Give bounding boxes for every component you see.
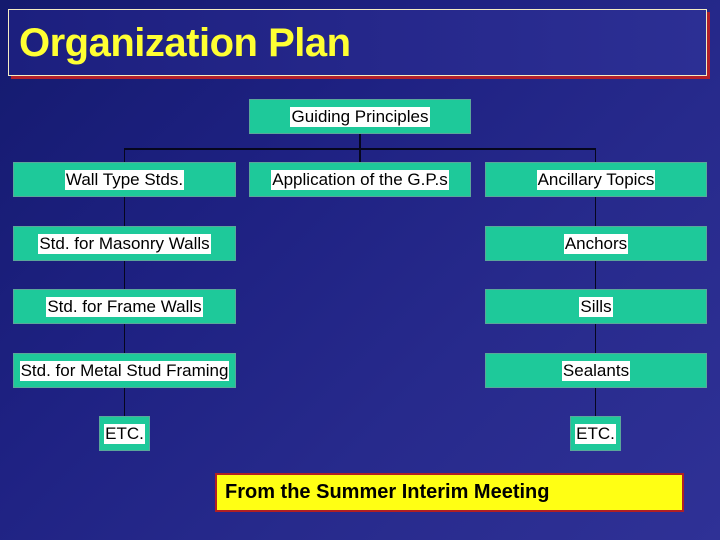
org-node-wall-type-stds: Wall Type Stds. — [13, 162, 236, 197]
connector-horizontal-bar — [124, 148, 596, 150]
org-node-label: Anchors — [563, 233, 629, 254]
org-node-label: ETC. — [104, 423, 145, 444]
org-node-label: ETC. — [575, 423, 616, 444]
org-node-label: Sealants — [561, 360, 631, 381]
org-node-label: Std. for Masonry Walls — [38, 233, 211, 254]
org-node-root: Guiding Principles — [249, 99, 471, 134]
org-node-sills: Sills — [485, 289, 707, 324]
slide: Organization Plan Guiding Principles Wal… — [0, 0, 720, 540]
org-node-ancillary-topics: Ancillary Topics — [485, 162, 707, 197]
org-node-masonry-walls: Std. for Masonry Walls — [13, 226, 236, 261]
org-node-label: Std. for Metal Stud Framing — [19, 360, 230, 381]
caption-box: From the Summer Interim Meeting — [215, 473, 684, 512]
org-node-anchors: Anchors — [485, 226, 707, 261]
org-node-label: Std. for Frame Walls — [46, 296, 203, 317]
org-node-label: Guiding Principles — [290, 106, 430, 127]
org-node-left-etc: ETC. — [99, 416, 150, 451]
org-node-sealants: Sealants — [485, 353, 707, 388]
org-node-label: Wall Type Stds. — [64, 169, 185, 190]
org-node-right-etc: ETC. — [570, 416, 621, 451]
org-node-label: Ancillary Topics — [536, 169, 656, 190]
slide-title: Organization Plan — [19, 21, 351, 65]
org-node-label: Application of the G.P.s — [271, 169, 449, 190]
org-node-frame-walls: Std. for Frame Walls — [13, 289, 236, 324]
title-box: Organization Plan — [8, 9, 707, 76]
org-node-metal-stud-framing: Std. for Metal Stud Framing — [13, 353, 236, 388]
caption-text: From the Summer Interim Meeting — [225, 481, 550, 503]
org-node-application-gps: Application of the G.P.s — [249, 162, 471, 197]
org-node-label: Sills — [579, 296, 613, 317]
